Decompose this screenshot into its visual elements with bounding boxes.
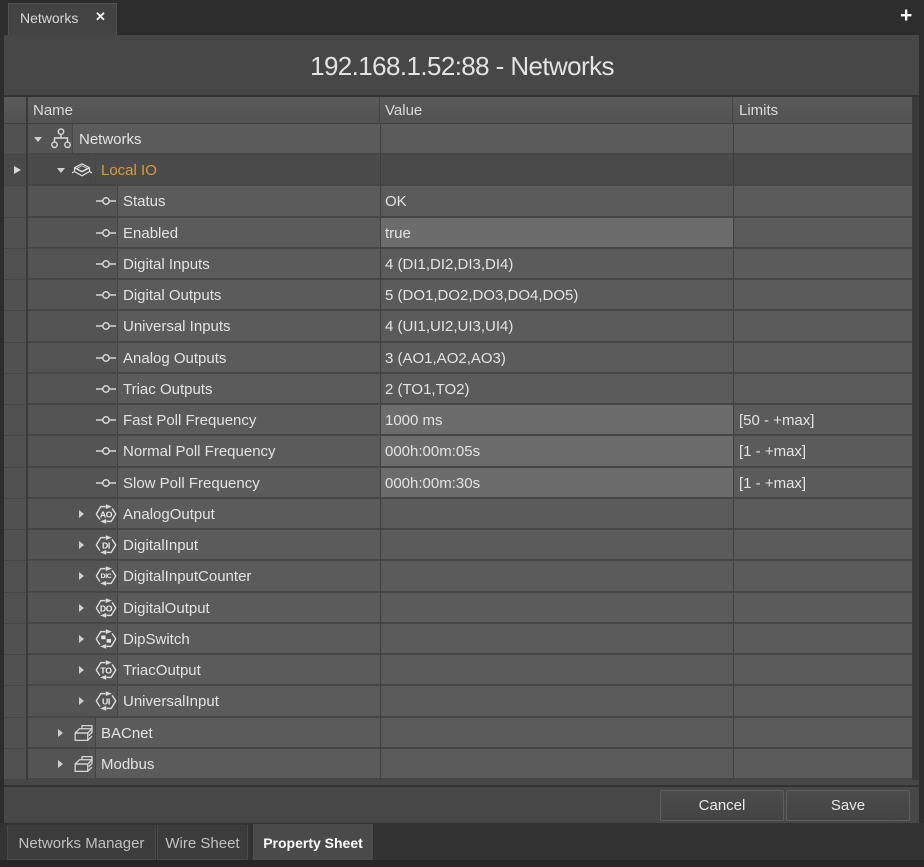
svg-text:TO: TO xyxy=(100,665,112,675)
svg-text:AO: AO xyxy=(100,509,113,519)
svg-text:DO: DO xyxy=(100,603,113,613)
svg-text:DI: DI xyxy=(102,540,110,550)
svg-text:UI: UI xyxy=(102,696,110,706)
svg-text:DIC: DIC xyxy=(101,573,112,580)
